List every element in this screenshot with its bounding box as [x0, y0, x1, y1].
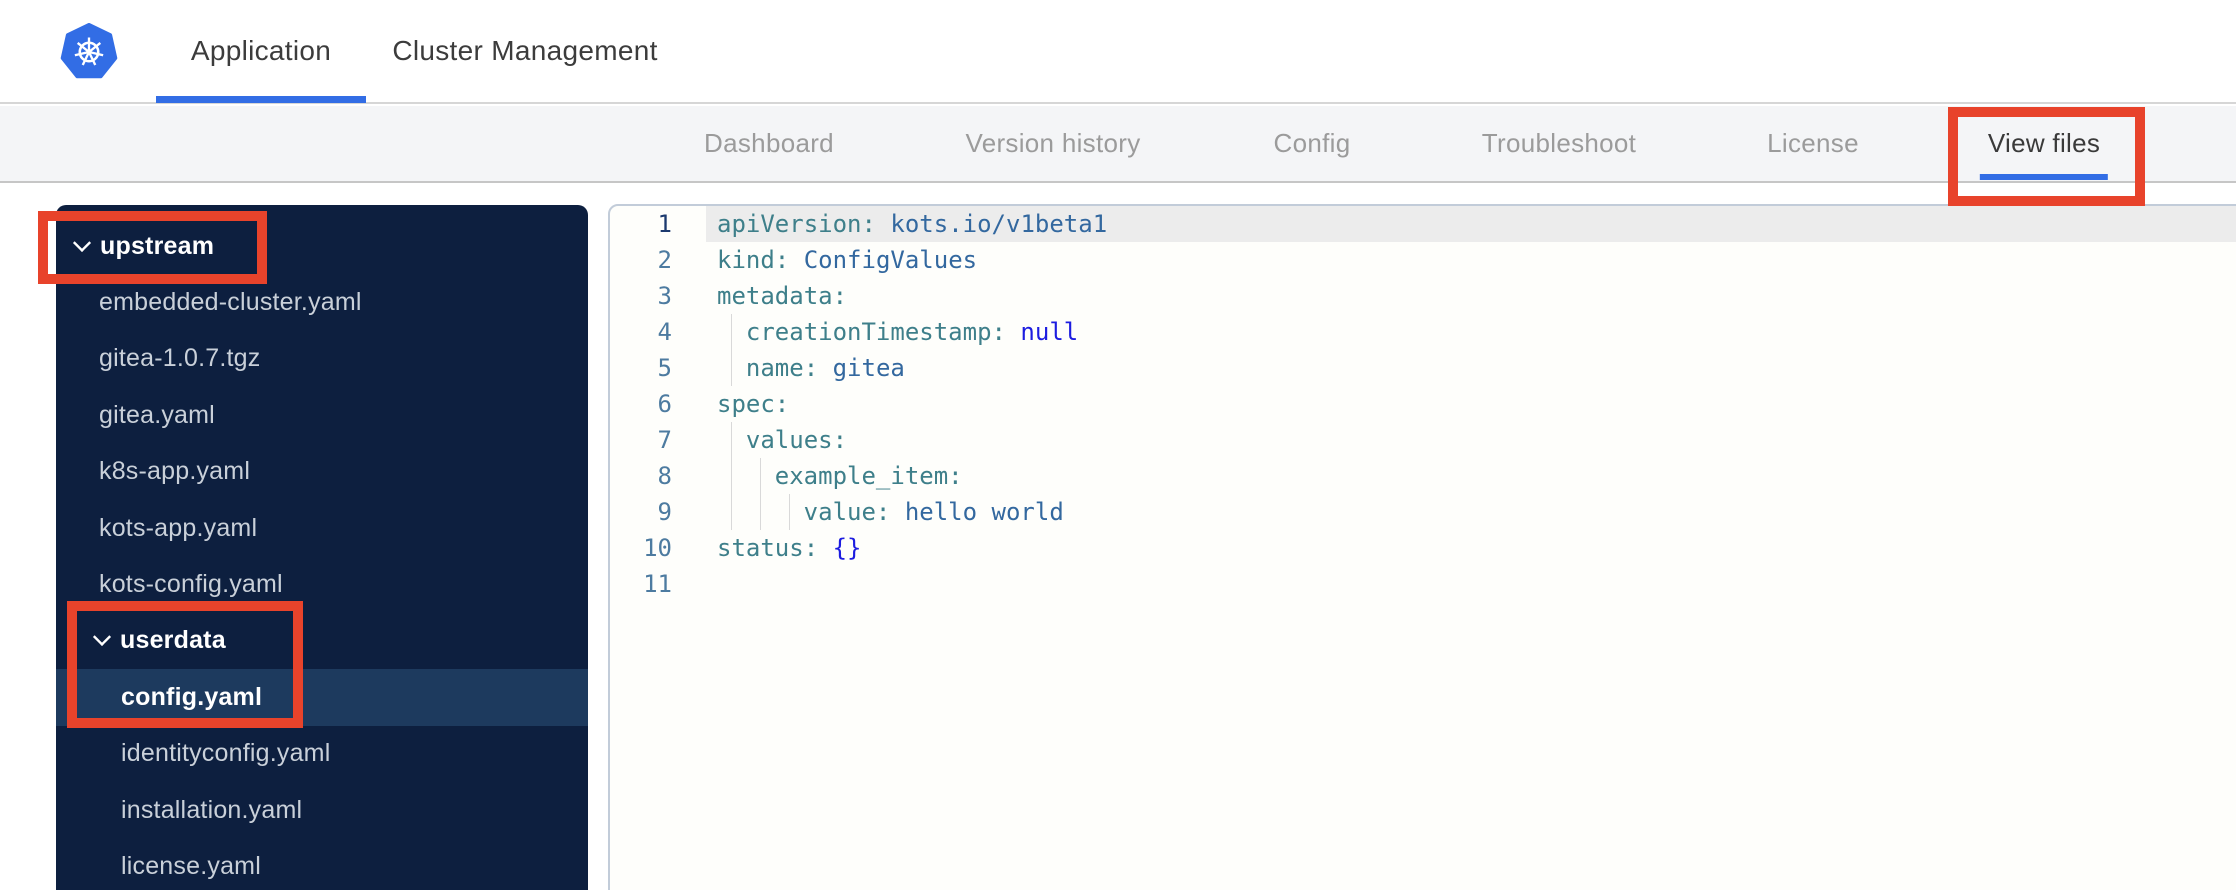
code-line-content: kind: ConfigValues: [717, 242, 977, 278]
gutter-line-number: 6: [657, 390, 672, 418]
code-line-content: spec:: [717, 386, 789, 422]
token-key: kind:: [717, 246, 790, 274]
code-line-content: apiVersion: kots.io/v1beta1: [717, 206, 1107, 242]
indent-guide: [717, 494, 746, 530]
chevron-down-icon: [72, 233, 92, 252]
code-line: 9 value: hello world: [610, 494, 2236, 530]
app-subnav: Dashboard Version history Config Troublesho…: [0, 106, 2236, 183]
file-tree: upstream embedded-cluster.yaml gitea-1.0.7…: [56, 205, 588, 890]
tree-folder-userdata[interactable]: userdata: [56, 613, 588, 669]
kots-admin-console: Application Cluster Management Dashboard…: [0, 0, 2236, 890]
tree-file-k8s-app-yaml[interactable]: k8s-app.yaml: [56, 444, 588, 500]
code-line: 5 name: gitea: [610, 350, 2236, 386]
code-line: 4 creationTimestamp: null: [610, 314, 2236, 350]
tree-item-label: license.yaml: [121, 851, 261, 880]
kubernetes-logo: [60, 23, 118, 79]
gutter-line-number: 8: [657, 462, 672, 490]
token-str: ConfigValues: [789, 246, 978, 274]
gutter-line-number: 5: [657, 354, 672, 382]
tree-item-label: upstream: [100, 231, 215, 260]
tree-item-label: kots-app.yaml: [99, 513, 258, 542]
token-kw: null: [1005, 318, 1079, 346]
token-key: values:: [745, 426, 848, 454]
indent-guide: [745, 494, 775, 530]
code-line-content: metadata:: [717, 278, 847, 314]
gutter-line-number: 1: [657, 210, 672, 238]
code-line-content: name: gitea: [717, 350, 905, 386]
indent-guide: [717, 458, 746, 494]
token-key: example_item:: [774, 462, 963, 490]
subnav-item-license[interactable]: License: [1767, 106, 1859, 181]
token-key: name:: [745, 354, 819, 382]
tree-item-label: embedded-cluster.yaml: [99, 288, 362, 317]
tree-file-gitea-1-0-7-tgz[interactable]: gitea-1.0.7.tgz: [56, 331, 588, 387]
tree-item-label: kots-config.yaml: [99, 570, 283, 599]
gutter-line-number: 10: [643, 534, 672, 562]
tree-item-label: gitea-1.0.7.tgz: [99, 344, 261, 373]
code-line-content: example_item:: [717, 458, 963, 494]
gutter-line-number: 3: [657, 282, 672, 310]
code-line: 10 status: {}: [610, 530, 2236, 566]
subnav-item-dashboard[interactable]: Dashboard: [704, 106, 834, 181]
indent-guide: [774, 494, 804, 530]
token-str: hello world: [890, 498, 1064, 526]
gutter-line-number: 7: [657, 426, 672, 454]
gutter-line-number: 11: [643, 570, 672, 598]
code-line: 11: [610, 566, 2236, 602]
code-line-content: values:: [717, 422, 847, 458]
active-subnav-underline: [1979, 174, 2109, 180]
app-header: Application Cluster Management: [0, 0, 2236, 104]
tree-item-label: gitea.yaml: [99, 400, 215, 429]
subnav-item-troubleshoot[interactable]: Troubleshoot: [1482, 106, 1636, 181]
tree-item-label: userdata: [120, 626, 226, 655]
tree-folder-upstream[interactable]: upstream: [56, 218, 588, 274]
tree-item-label: identityconfig.yaml: [121, 739, 331, 768]
tree-file-embedded-cluster-yaml[interactable]: embedded-cluster.yaml: [56, 274, 588, 330]
code-line: 7 values:: [610, 422, 2236, 458]
token-str: kots.io/v1beta1: [875, 210, 1108, 238]
file-viewer[interactable]: 1 apiVersion: kots.io/v1beta1 2 kind: Confi…: [608, 204, 2236, 890]
token-key: apiVersion:: [717, 210, 876, 238]
tab-cluster-management[interactable]: Cluster Management: [380, 0, 670, 102]
token-key: value:: [803, 498, 891, 526]
code-line-content: value: hello world: [717, 494, 1064, 530]
code-line-content: creationTimestamp: null: [717, 314, 1078, 350]
tree-file-identityconfig-yaml[interactable]: identityconfig.yaml: [56, 726, 588, 782]
tree-item-label: k8s-app.yaml: [99, 457, 251, 486]
tree-file-kots-app-yaml[interactable]: kots-app.yaml: [56, 500, 588, 556]
tree-file-license-yaml[interactable]: license.yaml: [56, 838, 588, 890]
tree-file-kots-config-yaml[interactable]: kots-config.yaml: [56, 556, 588, 612]
indent-guide: [717, 350, 746, 386]
subnav-item-version-history[interactable]: Version history: [965, 106, 1140, 181]
token-key: creationTimestamp:: [745, 318, 1006, 346]
gutter-line-number: 9: [657, 498, 672, 526]
code-line: 2 kind: ConfigValues: [610, 242, 2236, 278]
code-line: 3 metadata:: [610, 278, 2236, 314]
indent-guide: [717, 422, 746, 458]
indent-guide: [745, 458, 775, 494]
gutter-line-number: 2: [657, 246, 672, 274]
chevron-down-icon: [92, 628, 112, 647]
subnav-item-config[interactable]: Config: [1274, 106, 1351, 181]
tab-application[interactable]: Application: [156, 0, 366, 102]
indent-guide: [717, 314, 746, 350]
tree-file-config-yaml[interactable]: config.yaml: [56, 669, 588, 726]
tree-file-gitea-yaml[interactable]: gitea.yaml: [56, 387, 588, 443]
tree-file-installation-yaml[interactable]: installation.yaml: [56, 782, 588, 838]
code-line: 8 example_item:: [610, 458, 2236, 494]
tree-item-label: config.yaml: [121, 682, 263, 711]
subnav-item-view-files[interactable]: View files: [1979, 106, 2109, 181]
token-kw: {}: [818, 534, 862, 562]
active-tab-underline: [156, 96, 366, 103]
gutter-line-number: 4: [657, 318, 672, 346]
code-line-content: status: {}: [717, 530, 862, 566]
code-line: 6 spec:: [610, 386, 2236, 422]
token-key: spec:: [717, 390, 790, 418]
token-key: status:: [717, 534, 819, 562]
token-str: gitea: [818, 354, 905, 382]
code-line: 1 apiVersion: kots.io/v1beta1: [610, 206, 2236, 242]
token-key: metadata:: [717, 282, 848, 310]
tree-item-label: installation.yaml: [121, 795, 303, 824]
